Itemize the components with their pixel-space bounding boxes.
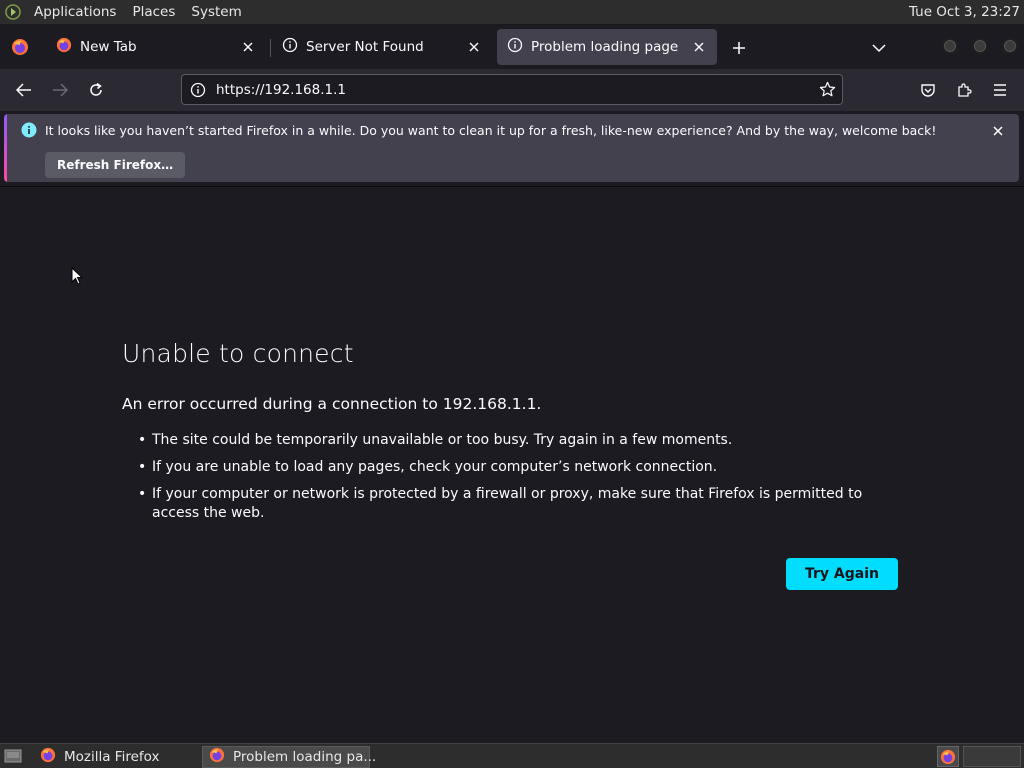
url-bar[interactable]: https://192.168.1.1: [181, 74, 843, 105]
firefox-view-button[interactable]: [0, 25, 40, 69]
menu-applications[interactable]: Applications: [26, 0, 124, 25]
bookmark-star-icon[interactable]: [819, 81, 836, 98]
refresh-firefox-button[interactable]: Refresh Firefox…: [45, 152, 186, 178]
site-info-icon[interactable]: [190, 82, 206, 98]
tab-label: Problem loading page: [531, 39, 679, 55]
tab-server-not-found[interactable]: Server Not Found: [272, 29, 492, 65]
error-description: An error occurred during a connection to…: [122, 395, 542, 413]
new-tab-plus-icon[interactable]: [730, 39, 748, 57]
extensions-puzzle-icon[interactable]: [954, 80, 974, 100]
forward-arrow-icon[interactable]: [50, 81, 70, 99]
top-panel: Applications Places System Tue Oct 3, 23…: [0, 0, 1024, 25]
firefox-icon: [12, 39, 28, 55]
workspace-switcher-firefox-icon[interactable]: [937, 746, 959, 767]
tab-label: New Tab: [80, 39, 137, 55]
gnome-foot-icon[interactable]: [0, 0, 26, 25]
back-arrow-icon[interactable]: [14, 81, 34, 99]
bottom-taskbar: Mozilla Firefox Problem loading pa...: [0, 743, 1024, 768]
list-item: If you are unable to load any pages, che…: [136, 458, 906, 477]
pocket-icon[interactable]: [918, 80, 938, 100]
list-item: If your computer or network is protected…: [136, 485, 906, 523]
close-window-button[interactable]: [1002, 38, 1018, 54]
menu-system[interactable]: System: [183, 0, 249, 25]
tab-new-tab[interactable]: New Tab: [46, 29, 266, 65]
taskbar-item-label: Problem loading pa...: [233, 749, 377, 765]
menu-places[interactable]: Places: [124, 0, 183, 25]
list-item: The site could be temporarily unavailabl…: [136, 431, 906, 450]
panel-clock[interactable]: Tue Oct 3, 23:27: [909, 4, 1024, 20]
mouse-cursor-icon: [71, 266, 84, 289]
list-all-tabs-chevron-down-icon[interactable]: [870, 39, 888, 57]
taskbar-item-mozilla-firefox[interactable]: Mozilla Firefox: [34, 746, 200, 768]
tab-problem-loading-page[interactable]: Problem loading page: [497, 29, 717, 65]
taskbar-item-label: Mozilla Firefox: [64, 749, 160, 765]
info-icon: [507, 37, 523, 57]
show-desktop-icon[interactable]: [3, 748, 23, 764]
notification-accent-bar: [4, 114, 7, 182]
error-title: Unable to connect: [122, 339, 354, 368]
close-icon[interactable]: [990, 123, 1006, 139]
url-text[interactable]: https://192.168.1.1: [216, 82, 346, 98]
firefox-icon: [56, 37, 72, 57]
tab-label: Server Not Found: [306, 39, 424, 55]
close-icon[interactable]: [691, 39, 707, 55]
error-page: Unable to connect An error occurred duri…: [0, 186, 1024, 743]
error-suggestions-list: The site could be temporarily unavailabl…: [136, 431, 906, 531]
navigation-toolbar: https://192.168.1.1: [0, 69, 1024, 111]
refresh-firefox-notification: It looks like you haven’t started Firefo…: [4, 114, 1019, 182]
try-again-button[interactable]: Try Again: [786, 558, 898, 590]
close-icon[interactable]: [466, 39, 482, 55]
maximize-window-button[interactable]: [972, 38, 988, 54]
minimize-window-button[interactable]: [942, 38, 958, 54]
firefox-icon: [40, 747, 56, 767]
taskbar-item-problem-loading-page[interactable]: Problem loading pa...: [202, 746, 376, 768]
hamburger-menu-icon[interactable]: [990, 80, 1010, 100]
tab-separator: [270, 39, 271, 57]
notification-message: It looks like you haven’t started Firefo…: [45, 123, 937, 138]
tab-strip: New Tab Server Not Found Problem loading…: [0, 25, 1024, 69]
reload-icon[interactable]: [86, 81, 106, 99]
info-icon: [21, 122, 37, 138]
close-icon[interactable]: [240, 39, 256, 55]
workspace-switcher[interactable]: [963, 746, 1021, 767]
firefox-icon: [209, 747, 225, 767]
info-icon: [282, 37, 298, 57]
